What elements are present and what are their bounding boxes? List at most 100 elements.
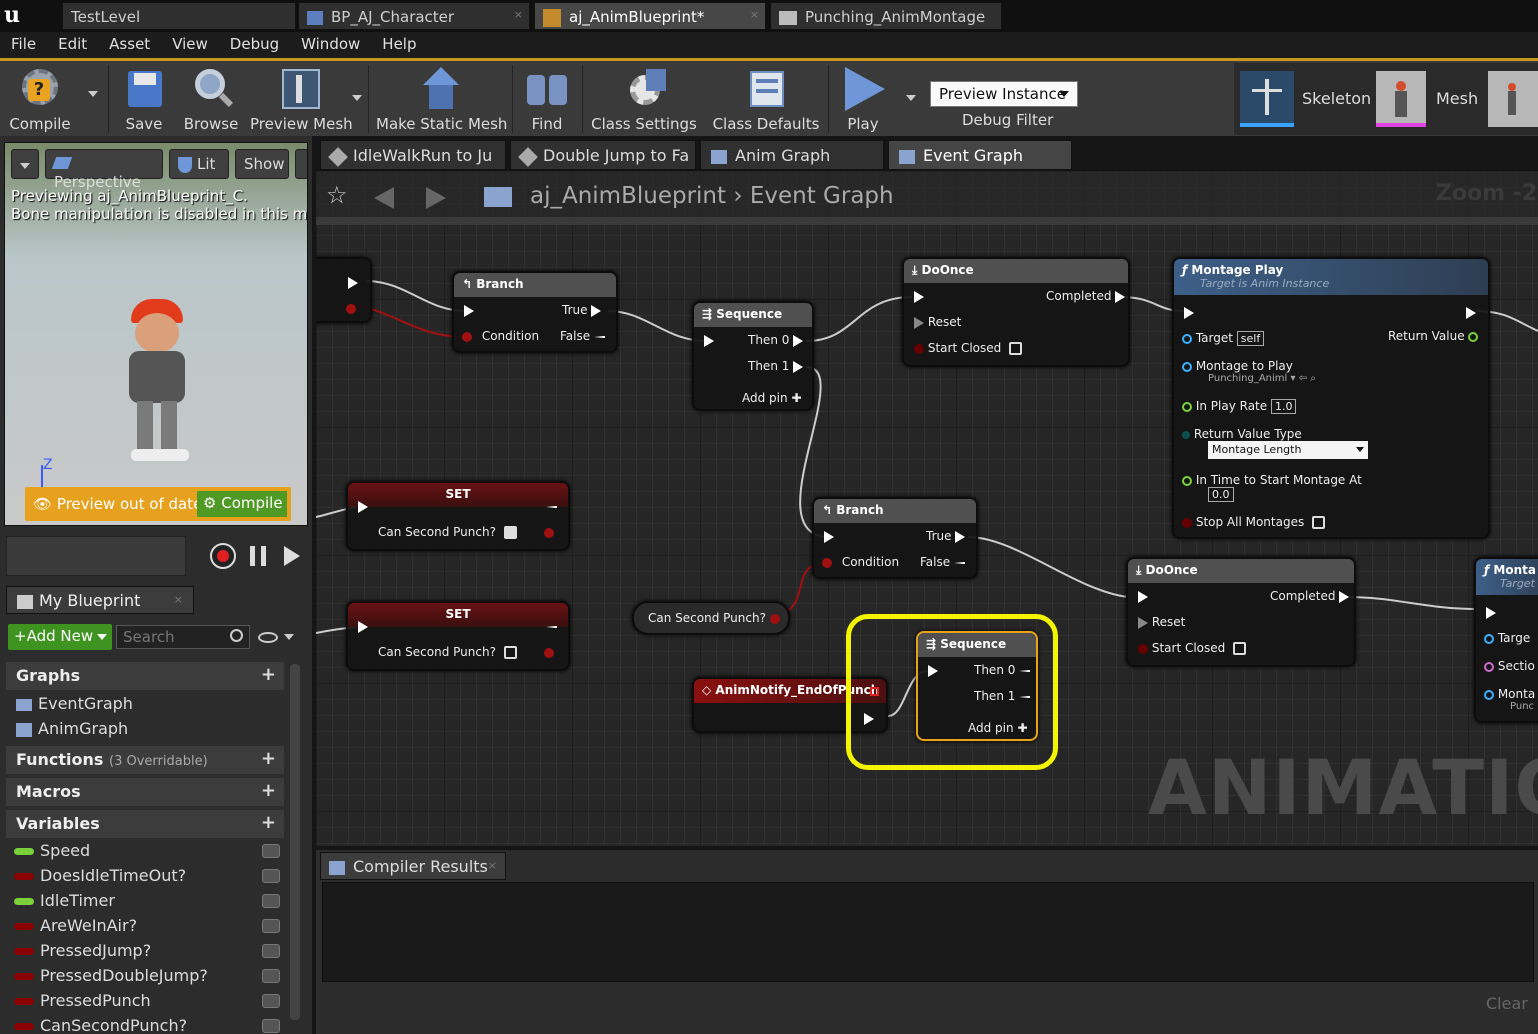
find-button[interactable]: Find [518, 61, 576, 136]
exec-out-pin[interactable] [1466, 306, 1476, 319]
montage-play-node-2[interactable]: ƒ Monta Target Targe Sectio Monta Punc [1474, 557, 1538, 723]
exec-in-pin[interactable] [358, 500, 368, 513]
stop-all-pin[interactable] [1182, 517, 1192, 528]
variable-item[interactable]: PressedJump? [14, 940, 284, 964]
save-button[interactable]: Save [116, 61, 172, 136]
visibility-eye-icon[interactable] [262, 969, 280, 983]
perspective-button[interactable]: Perspective [45, 149, 163, 191]
play-button[interactable]: Play [834, 61, 892, 136]
variables-section-header[interactable]: Variables + [6, 810, 284, 838]
exec-in-pin[interactable] [824, 530, 834, 543]
target-pin[interactable] [1484, 633, 1494, 644]
visibility-eye-icon[interactable] [262, 919, 280, 933]
close-icon[interactable]: × [488, 859, 497, 872]
variable-item[interactable]: DoesIdleTimeOut? [14, 865, 284, 889]
reset-pin[interactable] [914, 316, 924, 329]
montage-to-play-pin[interactable] [1182, 361, 1192, 372]
graph-tab-anim-graph[interactable]: Anim Graph [700, 140, 884, 170]
return-type-pin[interactable] [1182, 430, 1190, 439]
can-second-punch-checkbox-checked[interactable] [503, 526, 517, 539]
graph-item-eventgraph[interactable]: EventGraph [16, 694, 133, 713]
bool-out-pin[interactable] [769, 613, 780, 624]
start-closed-pin[interactable] [1138, 643, 1148, 654]
preview-mesh-chevron-icon[interactable] [352, 95, 362, 101]
can-second-punch-checkbox[interactable] [503, 646, 517, 659]
add-new-button[interactable]: +Add New [8, 624, 112, 650]
variable-item[interactable]: Speed [14, 840, 284, 864]
lit-button[interactable]: Lit [169, 149, 229, 179]
variable-item[interactable]: CanSecondPunch? [14, 1015, 284, 1034]
montage-play-node[interactable]: ƒ Montage Play Target is Anim Instance Ta… [1172, 257, 1490, 539]
menu-window[interactable]: Window [290, 32, 371, 56]
show-button[interactable]: Show [235, 149, 289, 179]
tab-testlevel[interactable]: TestLevel [62, 2, 296, 30]
return-value-pin[interactable] [1468, 331, 1479, 342]
exec-in-pin[interactable] [358, 620, 368, 633]
preview-instance-dropdown[interactable]: Preview Instance [930, 81, 1078, 107]
reset-pin[interactable] [1138, 616, 1148, 629]
exec-in-pin[interactable] [1184, 306, 1194, 319]
event-graph-canvas[interactable]: ☆ aj_AnimBlueprint › Event Graph Zoom -2… [316, 170, 1538, 846]
view-options-chevron-icon[interactable] [284, 634, 294, 640]
preview-viewport[interactable]: Perspective Lit Show Previewing aj_AnimB… [4, 142, 308, 526]
close-icon[interactable]: × [174, 593, 183, 606]
close-icon[interactable]: × [750, 8, 759, 21]
branch-node-1[interactable]: ↰ Branch True Condition False [452, 271, 618, 353]
variable-item[interactable]: AreWeInAir? [14, 915, 284, 939]
bool-out-pin[interactable] [346, 303, 356, 314]
add-graph-icon[interactable]: + [261, 664, 276, 685]
browse-button[interactable]: Browse [180, 61, 242, 136]
play-forward-button[interactable] [284, 546, 300, 566]
target-pin[interactable] [1182, 333, 1192, 344]
menu-debug[interactable]: Debug [219, 32, 290, 56]
stop-all-checkbox[interactable] [1312, 516, 1326, 529]
viewport-options-button[interactable] [11, 149, 39, 179]
exec-in-pin[interactable] [914, 290, 924, 303]
variable-item[interactable]: PressedPunch [14, 990, 284, 1014]
exec-out-pin[interactable] [348, 276, 358, 289]
menu-edit[interactable]: Edit [47, 32, 98, 56]
set-node-1[interactable]: SET Can Second Punch? [346, 481, 570, 551]
pause-button[interactable] [250, 546, 266, 566]
variable-item[interactable]: IdleTimer [14, 890, 284, 914]
animation-mode-icon[interactable] [1488, 71, 1538, 127]
menu-view[interactable]: View [161, 32, 219, 56]
branch-node-2[interactable]: ↰ Branch True Condition False [812, 497, 978, 579]
doonce-node-1[interactable]: ⤓ DoOnce Completed Reset Start Closed [902, 257, 1130, 367]
class-settings-button[interactable]: Class Settings [590, 61, 698, 136]
browse-asset-icon[interactable]: ⌕ [1310, 373, 1316, 384]
skeleton-mode-button[interactable]: Skeleton [1240, 69, 1371, 131]
exec-out-pin[interactable] [546, 625, 557, 628]
add-function-icon[interactable]: + [261, 748, 276, 769]
play-rate-input[interactable]: 1.0 [1270, 399, 1297, 414]
functions-section-header[interactable]: Functions (3 Overridable) + [6, 746, 284, 774]
completed-pin[interactable] [1339, 590, 1350, 603]
get-can-second-punch-node[interactable]: Can Second Punch? [632, 601, 790, 635]
true-exec-pin[interactable] [955, 530, 966, 543]
clear-button[interactable]: Clear [1486, 994, 1528, 1013]
false-exec-pin[interactable] [593, 335, 605, 338]
then0-pin[interactable] [793, 334, 804, 347]
menu-file[interactable]: File [0, 32, 47, 56]
compile-button[interactable]: ? Compile [4, 61, 76, 136]
exec-in-pin[interactable] [464, 304, 474, 317]
then1-pin[interactable] [793, 360, 804, 373]
menu-help[interactable]: Help [371, 32, 427, 56]
visibility-eye-icon[interactable] [262, 944, 280, 958]
compile-options-chevron-icon[interactable] [88, 91, 98, 97]
doonce-node-2[interactable]: ⤓ DoOnce Completed Reset Start Closed [1126, 557, 1356, 667]
montage-pin[interactable] [1484, 689, 1494, 700]
unreal-logo-icon[interactable]: u [4, 2, 32, 30]
macros-section-header[interactable]: Macros + [6, 778, 284, 806]
graphs-section-header[interactable]: Graphs + [6, 662, 284, 690]
play-rate-pin[interactable] [1182, 401, 1192, 412]
bool-out-pin[interactable] [544, 527, 554, 538]
viewport-more-button[interactable] [295, 149, 307, 179]
compiler-results-tab[interactable]: Compiler Results × [320, 852, 506, 880]
search-input[interactable]: Search [116, 625, 250, 649]
visibility-eye-icon[interactable] [262, 894, 280, 908]
visibility-eye-icon[interactable] [262, 1019, 280, 1033]
graph-item-animgraph[interactable]: AnimGraph [16, 719, 128, 738]
set-node-2[interactable]: SET Can Second Punch? [346, 601, 570, 671]
variable-item[interactable]: PressedDoubleJump? [14, 965, 284, 989]
